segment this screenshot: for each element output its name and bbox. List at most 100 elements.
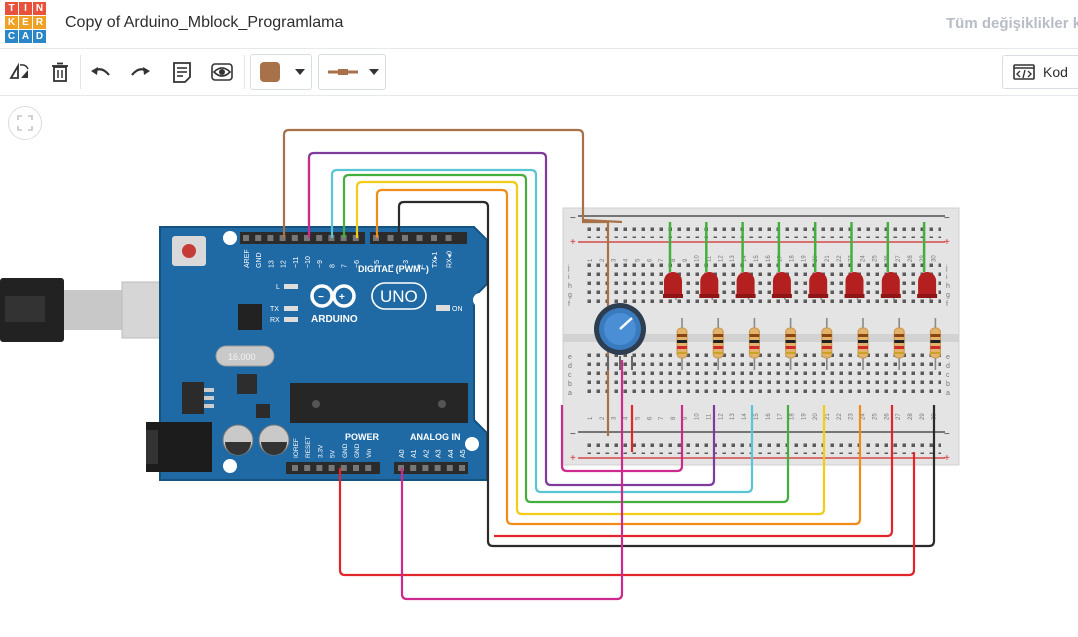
header-pin[interactable] bbox=[459, 465, 465, 471]
redo-button[interactable] bbox=[125, 57, 155, 87]
pin-label: 8 bbox=[329, 264, 336, 268]
svg-text:16.000: 16.000 bbox=[228, 352, 256, 362]
notes-button[interactable] bbox=[167, 57, 197, 87]
row-letter: a bbox=[568, 390, 572, 397]
header-pin[interactable] bbox=[387, 235, 394, 241]
column-number: 25 bbox=[872, 255, 878, 262]
rail-sign: + bbox=[944, 453, 950, 464]
rotate-icon bbox=[9, 62, 29, 79]
design-title[interactable]: Copy of Arduino_Mblock_Programlama bbox=[65, 14, 343, 32]
pin-label: ~10 bbox=[305, 256, 312, 268]
header-pin[interactable] bbox=[431, 235, 437, 241]
column-number: 29 bbox=[920, 413, 926, 420]
header-pin[interactable] bbox=[416, 235, 423, 241]
header-pin[interactable] bbox=[434, 465, 441, 471]
header-pin[interactable] bbox=[316, 465, 323, 471]
row-letter: c bbox=[946, 372, 950, 379]
header-pin[interactable] bbox=[446, 465, 453, 471]
pin-label: GND bbox=[354, 443, 361, 458]
pin-label: A2 bbox=[423, 449, 430, 458]
column-number: 16 bbox=[766, 255, 772, 262]
svg-text:TX: TX bbox=[270, 306, 279, 313]
header-pin[interactable] bbox=[291, 235, 298, 241]
header-pin[interactable] bbox=[422, 465, 429, 471]
chevron-down-icon bbox=[369, 69, 379, 75]
wire-color-swatch bbox=[260, 62, 280, 82]
pin-label: ~9 bbox=[317, 260, 324, 268]
column-number: 26 bbox=[884, 413, 890, 420]
column-number: 22 bbox=[837, 255, 843, 262]
column-number: 21 bbox=[825, 413, 831, 420]
header-pin[interactable] bbox=[316, 235, 323, 241]
pin-label: GND bbox=[342, 443, 349, 458]
row-letter: f bbox=[568, 301, 570, 308]
column-number: 18 bbox=[789, 255, 795, 262]
row-letter: b bbox=[568, 381, 572, 388]
board-model: UNO bbox=[380, 287, 418, 306]
header-pin[interactable] bbox=[292, 465, 298, 471]
column-number: 19 bbox=[801, 255, 807, 262]
arduino-uno-board[interactable]: AREF GND 13 12 ~11 ~10 ~9 8 7 ~6 ~5 4 ~3 2 TX▸1 RX◂0 DI… bbox=[146, 226, 488, 481]
header-pin[interactable] bbox=[340, 465, 347, 471]
eye-icon bbox=[211, 63, 233, 81]
pin-label: IOREF bbox=[293, 438, 300, 458]
header-pin[interactable] bbox=[243, 235, 249, 241]
rotate-button[interactable] bbox=[5, 57, 35, 87]
pin-label: 5V bbox=[330, 449, 337, 458]
logo-letter: D bbox=[33, 30, 46, 43]
pin-label: A4 bbox=[448, 449, 455, 458]
pin-label: 7 bbox=[342, 264, 349, 268]
chevron-down-icon bbox=[295, 69, 305, 75]
fit-view-button[interactable] bbox=[8, 106, 42, 140]
pin-label: Vin bbox=[366, 448, 373, 458]
pin-label: A1 bbox=[411, 449, 418, 458]
column-number: 19 bbox=[801, 413, 807, 420]
header-pin[interactable] bbox=[445, 235, 452, 241]
pin-label: TX▸1 bbox=[432, 252, 439, 268]
header-pin[interactable] bbox=[255, 235, 262, 241]
pin-label: RESET bbox=[305, 436, 312, 458]
logo-letter: I bbox=[19, 2, 32, 15]
code-button[interactable]: Kod bbox=[1002, 55, 1078, 89]
tinkercad-logo[interactable]: TIN KER CAD bbox=[5, 2, 46, 44]
svg-text:RX: RX bbox=[270, 317, 280, 324]
row-letter: d bbox=[946, 363, 950, 370]
row-letter: h bbox=[946, 283, 950, 290]
notes-icon bbox=[173, 62, 191, 83]
row-letter: h bbox=[568, 283, 572, 290]
circuit-canvas[interactable]: AREF GND 13 12 ~11 ~10 ~9 8 7 ~6 ~5 4 ~3 2 TX▸1 RX◂0 DI… bbox=[0, 96, 1078, 637]
column-number: 12 bbox=[718, 255, 724, 262]
header-pin[interactable] bbox=[304, 465, 311, 471]
visibility-button[interactable] bbox=[207, 57, 237, 87]
row-letter: j bbox=[945, 265, 948, 272]
board-brand: ARDUINO bbox=[311, 314, 358, 325]
wire-type-icon bbox=[328, 69, 358, 75]
header-pin[interactable] bbox=[402, 235, 408, 241]
undo-button[interactable] bbox=[86, 57, 116, 87]
row-letter: e bbox=[946, 354, 950, 361]
column-number: 24 bbox=[861, 413, 867, 420]
wire-type-dropdown[interactable] bbox=[318, 54, 386, 90]
header-pin[interactable] bbox=[328, 465, 335, 471]
pin-label: GND bbox=[256, 252, 263, 268]
analog-label: ANALOG IN bbox=[410, 432, 461, 442]
svg-text:L: L bbox=[276, 284, 280, 291]
column-number: 27 bbox=[896, 255, 902, 262]
header-pin[interactable] bbox=[410, 465, 417, 471]
column-number: 30 bbox=[932, 255, 938, 262]
fit-view-icon bbox=[17, 115, 33, 131]
pin-label: AREF bbox=[244, 249, 251, 268]
header-pin[interactable] bbox=[353, 465, 359, 471]
header-pin[interactable] bbox=[365, 465, 372, 471]
delete-button[interactable] bbox=[45, 57, 75, 87]
column-number: 16 bbox=[766, 413, 772, 420]
wire-color-dropdown[interactable] bbox=[250, 54, 312, 90]
column-number: 12 bbox=[718, 413, 724, 420]
column-number: 13 bbox=[730, 413, 736, 420]
save-status: Tüm değişiklikler k bbox=[946, 15, 1078, 32]
rail-sign: + bbox=[570, 453, 576, 464]
row-letter: a bbox=[946, 390, 950, 397]
header-pin[interactable] bbox=[267, 235, 274, 241]
column-number: 27 bbox=[896, 413, 902, 420]
pin-label: 12 bbox=[281, 260, 288, 268]
